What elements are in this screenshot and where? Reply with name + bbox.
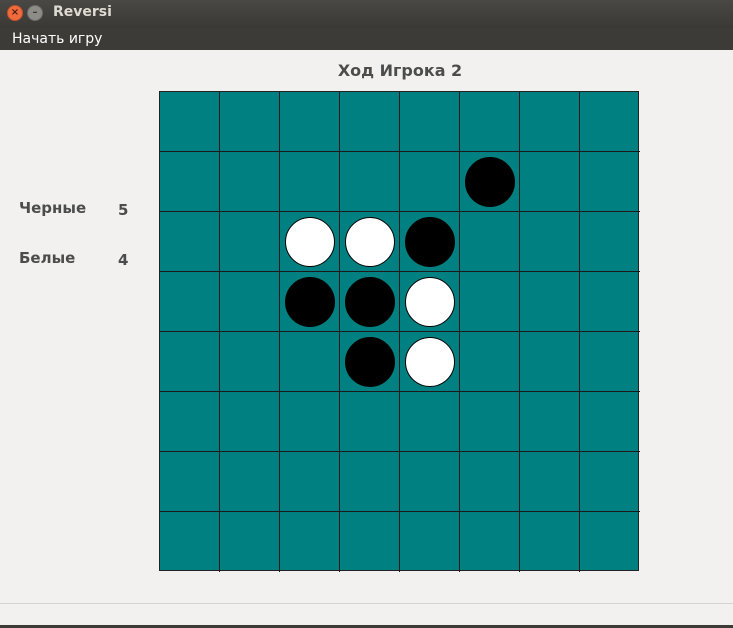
menu-item-new-game[interactable]: Начать игру: [12, 31, 102, 47]
board-cell[interactable]: [160, 272, 220, 332]
game-board: [159, 91, 640, 572]
board-cell[interactable]: [220, 92, 280, 152]
board-cell[interactable]: [160, 392, 220, 452]
board-cell[interactable]: [580, 212, 640, 272]
board-cell[interactable]: [400, 512, 460, 572]
board-cell[interactable]: [520, 512, 580, 572]
black-disc: [285, 277, 335, 327]
board-cell[interactable]: [580, 392, 640, 452]
board-cell[interactable]: [220, 152, 280, 212]
white-disc: [285, 217, 335, 267]
black-disc: [345, 277, 395, 327]
white-score-value: 4: [118, 251, 129, 269]
board-cell[interactable]: [580, 332, 640, 392]
board-cell[interactable]: [340, 92, 400, 152]
board-cell[interactable]: [580, 92, 640, 152]
board-cell[interactable]: [280, 452, 340, 512]
board-cell[interactable]: [280, 92, 340, 152]
board-cell[interactable]: [520, 272, 580, 332]
board-cell[interactable]: [460, 92, 520, 152]
white-disc: [345, 217, 395, 267]
board-cell[interactable]: [460, 272, 520, 332]
board-cell[interactable]: [220, 212, 280, 272]
turn-status: Ход Игрока 2: [337, 61, 463, 80]
board-cell[interactable]: [400, 392, 460, 452]
board-cell[interactable]: [280, 272, 340, 332]
board-cell[interactable]: [340, 212, 400, 272]
board-cell[interactable]: [460, 392, 520, 452]
board-cell[interactable]: [460, 332, 520, 392]
black-disc: [405, 217, 455, 267]
board-cell[interactable]: [160, 452, 220, 512]
board-cell[interactable]: [160, 332, 220, 392]
board-cell[interactable]: [220, 452, 280, 512]
board-cell[interactable]: [160, 92, 220, 152]
menu-bar: Начать игру: [0, 28, 733, 50]
board-cell[interactable]: [400, 152, 460, 212]
board-cell[interactable]: [220, 392, 280, 452]
black-disc: [465, 157, 515, 207]
board-cell[interactable]: [280, 392, 340, 452]
board-cell[interactable]: [580, 272, 640, 332]
board-cell[interactable]: [160, 152, 220, 212]
black-disc: [345, 337, 395, 387]
board-cell[interactable]: [340, 152, 400, 212]
board-cell[interactable]: [460, 152, 520, 212]
board-cell[interactable]: [460, 512, 520, 572]
board-cell[interactable]: [460, 212, 520, 272]
board-cell[interactable]: [340, 452, 400, 512]
black-score-value: 5: [118, 201, 129, 219]
board-cell[interactable]: [520, 332, 580, 392]
board-cell[interactable]: [520, 212, 580, 272]
board-cell[interactable]: [340, 392, 400, 452]
board-cell[interactable]: [220, 332, 280, 392]
board-cell[interactable]: [400, 452, 460, 512]
close-icon[interactable]: ×: [7, 5, 23, 21]
board-cell[interactable]: [340, 332, 400, 392]
title-bar: × – Reversi: [0, 0, 733, 28]
board-cell[interactable]: [400, 272, 460, 332]
board-cell[interactable]: [520, 392, 580, 452]
board-cell[interactable]: [520, 152, 580, 212]
board-cell[interactable]: [280, 152, 340, 212]
board-cell[interactable]: [520, 92, 580, 152]
board-cell[interactable]: [280, 212, 340, 272]
white-disc: [405, 277, 455, 327]
board-cell[interactable]: [580, 452, 640, 512]
white-disc: [405, 337, 455, 387]
minimize-icon[interactable]: –: [27, 5, 43, 21]
status-bar-divider: [0, 603, 733, 604]
board-cell[interactable]: [280, 512, 340, 572]
board-cell[interactable]: [400, 332, 460, 392]
black-score-label: Черные: [19, 199, 87, 217]
board-cell[interactable]: [460, 452, 520, 512]
board-cell[interactable]: [580, 152, 640, 212]
board-cell[interactable]: [220, 512, 280, 572]
board-cell[interactable]: [340, 512, 400, 572]
board-cell[interactable]: [400, 212, 460, 272]
board-cell[interactable]: [160, 512, 220, 572]
board-cell[interactable]: [520, 452, 580, 512]
board-cell[interactable]: [280, 332, 340, 392]
window-title: Reversi: [53, 4, 112, 20]
board-cell[interactable]: [160, 212, 220, 272]
board-cell[interactable]: [580, 512, 640, 572]
white-score-label: Белые: [19, 249, 76, 267]
board-cell[interactable]: [400, 92, 460, 152]
board-cell[interactable]: [340, 272, 400, 332]
board-cell[interactable]: [220, 272, 280, 332]
